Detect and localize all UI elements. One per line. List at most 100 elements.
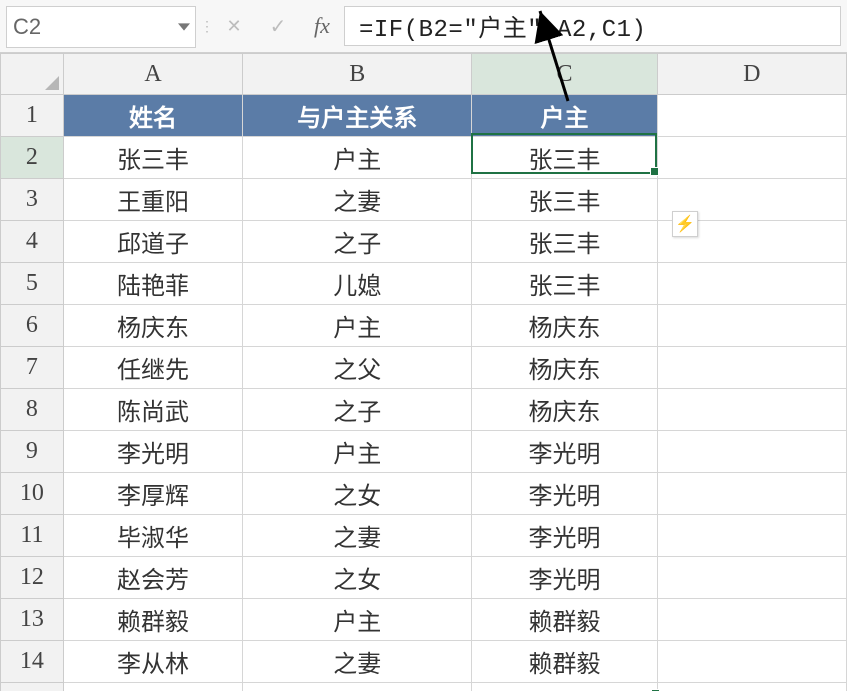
col-header-A[interactable]: A [63, 54, 242, 95]
cell-D1[interactable] [657, 95, 846, 137]
cell-B10[interactable]: 之女 [243, 473, 472, 515]
cell-D5[interactable] [657, 263, 846, 305]
cell-D2[interactable] [657, 137, 846, 179]
cell-C15[interactable] [472, 683, 657, 691]
cell-C3[interactable]: 张三丰 [472, 179, 657, 221]
cell-D14[interactable] [657, 641, 846, 683]
cell-B13[interactable]: 户主 [243, 599, 472, 641]
row-header[interactable]: 4 [1, 221, 64, 263]
table-row: 5 陆艳菲 儿媳 张三丰 [1, 263, 847, 305]
autofill-options-icon: ⚡ [675, 214, 695, 234]
column-header-row: A B C D [1, 54, 847, 95]
cell-D6[interactable] [657, 305, 846, 347]
name-box-value: C2 [7, 14, 173, 40]
cancel-entry-button[interactable] [212, 0, 256, 52]
cell-D8[interactable] [657, 389, 846, 431]
col-header-C[interactable]: C [472, 54, 657, 95]
table-row: 10 李厚辉 之女 李光明 [1, 473, 847, 515]
cell-A11[interactable]: 毕淑华 [63, 515, 242, 557]
cell-C14[interactable]: 赖群毅 [472, 641, 657, 683]
cell-C9[interactable]: 李光明 [472, 431, 657, 473]
cell-D10[interactable] [657, 473, 846, 515]
table-row [1, 683, 847, 691]
cell-C12[interactable]: 李光明 [472, 557, 657, 599]
cell-A12[interactable]: 赵会芳 [63, 557, 242, 599]
cell-B14[interactable]: 之妻 [243, 641, 472, 683]
row-header[interactable]: 10 [1, 473, 64, 515]
cell-C13[interactable]: 赖群毅 [472, 599, 657, 641]
row-header[interactable]: 1 [1, 95, 64, 137]
row-header[interactable]: 11 [1, 515, 64, 557]
confirm-entry-button[interactable] [256, 0, 300, 52]
insert-function-button[interactable]: fx [300, 0, 344, 52]
cell-B3[interactable]: 之妻 [243, 179, 472, 221]
row-header[interactable]: 13 [1, 599, 64, 641]
formula-text: =IF(B2="户主",A2,C1) [359, 8, 646, 44]
row-header[interactable]: 14 [1, 641, 64, 683]
cell-C1[interactable]: 户主 [472, 95, 657, 137]
table-row: 2 张三丰 户主 张三丰 [1, 137, 847, 179]
formula-input[interactable]: =IF(B2="户主",A2,C1) [344, 6, 841, 46]
cell-D11[interactable] [657, 515, 846, 557]
cell-B11[interactable]: 之妻 [243, 515, 472, 557]
sheet-table: A B C D 1 姓名 与户主关系 户主 2 张三丰 户主 张三丰 3 王重阳… [0, 53, 847, 691]
cell-C5[interactable]: 张三丰 [472, 263, 657, 305]
spreadsheet-grid: A B C D 1 姓名 与户主关系 户主 2 张三丰 户主 张三丰 3 王重阳… [0, 53, 847, 691]
cell-A6[interactable]: 杨庆东 [63, 305, 242, 347]
cell-B5[interactable]: 儿媳 [243, 263, 472, 305]
cell-C8[interactable]: 杨庆东 [472, 389, 657, 431]
cell-C4[interactable]: 张三丰 [472, 221, 657, 263]
row-header[interactable]: 3 [1, 179, 64, 221]
row-header[interactable] [1, 683, 64, 691]
table-row: 7 任继先 之父 杨庆东 [1, 347, 847, 389]
row-header[interactable]: 8 [1, 389, 64, 431]
row-header[interactable]: 9 [1, 431, 64, 473]
cell-C6[interactable]: 杨庆东 [472, 305, 657, 347]
cell-A5[interactable]: 陆艳菲 [63, 263, 242, 305]
cell-D13[interactable] [657, 599, 846, 641]
cell-B1[interactable]: 与户主关系 [243, 95, 472, 137]
row-header[interactable]: 2 [1, 137, 64, 179]
table-row: 9 李光明 户主 李光明 [1, 431, 847, 473]
cell-C7[interactable]: 杨庆东 [472, 347, 657, 389]
cell-D15[interactable] [657, 683, 846, 691]
row-header[interactable]: 5 [1, 263, 64, 305]
row-header[interactable]: 12 [1, 557, 64, 599]
row-header[interactable]: 6 [1, 305, 64, 347]
cell-A14[interactable]: 李从林 [63, 641, 242, 683]
cell-C11[interactable]: 李光明 [472, 515, 657, 557]
cell-B7[interactable]: 之父 [243, 347, 472, 389]
cell-B8[interactable]: 之子 [243, 389, 472, 431]
table-row: 8 陈尚武 之子 杨庆东 [1, 389, 847, 431]
table-row: 1 姓名 与户主关系 户主 [1, 95, 847, 137]
cell-A8[interactable]: 陈尚武 [63, 389, 242, 431]
cell-B15[interactable] [243, 683, 472, 691]
autofill-options-button[interactable]: ⚡ [672, 211, 698, 237]
name-box[interactable]: C2 [6, 6, 196, 48]
cell-A9[interactable]: 李光明 [63, 431, 242, 473]
cell-B9[interactable]: 户主 [243, 431, 472, 473]
cell-C2[interactable]: 张三丰 [472, 137, 657, 179]
cell-D9[interactable] [657, 431, 846, 473]
cell-A13[interactable]: 赖群毅 [63, 599, 242, 641]
cell-B6[interactable]: 户主 [243, 305, 472, 347]
cell-A10[interactable]: 李厚辉 [63, 473, 242, 515]
select-all-button[interactable] [1, 54, 64, 95]
cell-A1[interactable]: 姓名 [63, 95, 242, 137]
cell-A2[interactable]: 张三丰 [63, 137, 242, 179]
cell-A15[interactable] [63, 683, 242, 691]
cell-A3[interactable]: 王重阳 [63, 179, 242, 221]
cell-C10[interactable]: 李光明 [472, 473, 657, 515]
name-box-dropdown-icon[interactable] [173, 21, 195, 33]
cell-B12[interactable]: 之女 [243, 557, 472, 599]
col-header-D[interactable]: D [657, 54, 846, 95]
cell-D7[interactable] [657, 347, 846, 389]
cell-D12[interactable] [657, 557, 846, 599]
cell-A4[interactable]: 邱道子 [63, 221, 242, 263]
cell-B2[interactable]: 户主 [243, 137, 472, 179]
col-header-B[interactable]: B [243, 54, 472, 95]
cell-B4[interactable]: 之子 [243, 221, 472, 263]
table-row: 13 赖群毅 户主 赖群毅 [1, 599, 847, 641]
cell-A7[interactable]: 任继先 [63, 347, 242, 389]
row-header[interactable]: 7 [1, 347, 64, 389]
